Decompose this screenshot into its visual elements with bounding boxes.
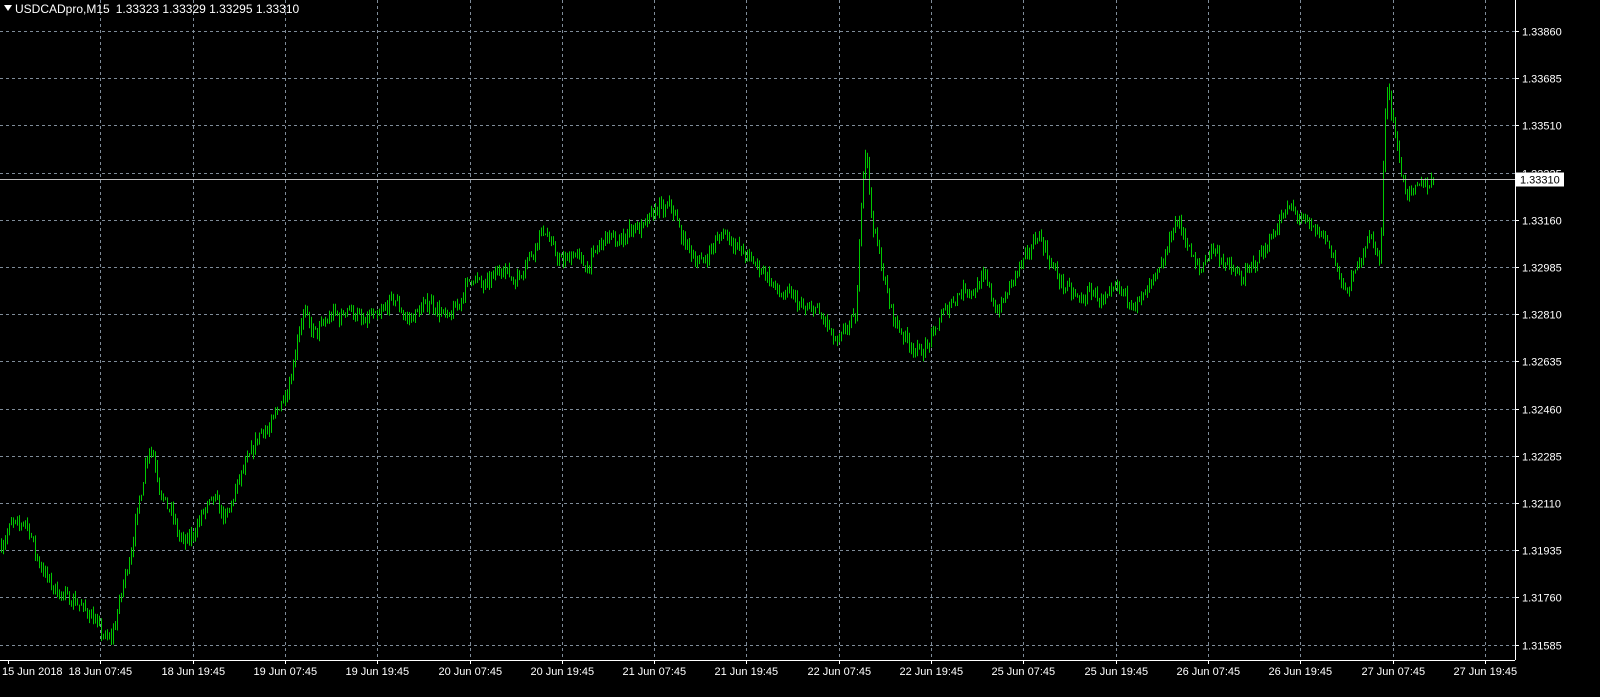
time-tick-label: 26 Jun 07:45	[1177, 666, 1241, 678]
axes: 1.338601.336851.335101.333351.331601.329…	[0, 0, 1562, 678]
price-tick-label: 1.32635	[1522, 357, 1562, 369]
time-tick-label: 27 Jun 07:45	[1362, 666, 1426, 678]
chart-area[interactable]: 1.338601.336851.335101.333351.331601.329…	[0, 0, 1600, 697]
symbol-label: USDCADpro,M15	[15, 2, 110, 16]
current-price-label: 1.33310	[1520, 175, 1560, 187]
chart-menu-triangle-icon[interactable]	[4, 5, 12, 11]
price-tick-label: 1.32810	[1522, 310, 1562, 322]
time-tick-label: 25 Jun 07:45	[992, 666, 1056, 678]
price-tick-label: 1.32110	[1522, 499, 1561, 511]
price-tick-label: 1.31585	[1522, 641, 1562, 653]
time-tick-label: 18 Jun 07:45	[69, 666, 133, 678]
price-tick-label: 1.33160	[1522, 216, 1562, 228]
time-tick-label: 19 Jun 07:45	[254, 666, 318, 678]
price-bars	[1, 83, 1434, 645]
time-tick-label: 27 Jun 19:45	[1454, 666, 1518, 678]
time-tick-label: 22 Jun 19:45	[900, 666, 964, 678]
quote-values: 1.33323 1.33329 1.33295 1.33310	[115, 2, 300, 16]
time-tick-label: 26 Jun 19:45	[1269, 666, 1333, 678]
time-tick-label: 19 Jun 19:45	[346, 666, 410, 678]
time-tick-label: 22 Jun 07:45	[808, 666, 872, 678]
chart-header: USDCADpro,M15 1.33323 1.33329 1.33295 1.3…	[4, 2, 299, 16]
time-tick-label: 15 Jun 2018	[2, 666, 63, 678]
time-tick-label: 25 Jun 19:45	[1085, 666, 1149, 678]
price-tick-label: 1.31760	[1522, 593, 1562, 605]
time-tick-label: 18 Jun 19:45	[162, 666, 226, 678]
price-tick-label: 1.31935	[1522, 546, 1562, 558]
grid-lines	[0, 0, 1515, 660]
price-tick-label: 1.32285	[1522, 452, 1562, 464]
time-tick-label: 20 Jun 07:45	[439, 666, 503, 678]
price-tick-label: 1.32460	[1522, 405, 1562, 417]
price-tick-label: 1.32985	[1522, 263, 1562, 275]
time-tick-label: 21 Jun 19:45	[715, 666, 779, 678]
price-tick-label: 1.33860	[1522, 27, 1562, 39]
price-tick-label: 1.33510	[1522, 121, 1562, 133]
time-tick-label: 21 Jun 07:45	[623, 666, 687, 678]
time-tick-label: 20 Jun 19:45	[531, 666, 595, 678]
price-tick-label: 1.33685	[1522, 74, 1562, 86]
current-price-line: 1.33310	[0, 172, 1564, 187]
